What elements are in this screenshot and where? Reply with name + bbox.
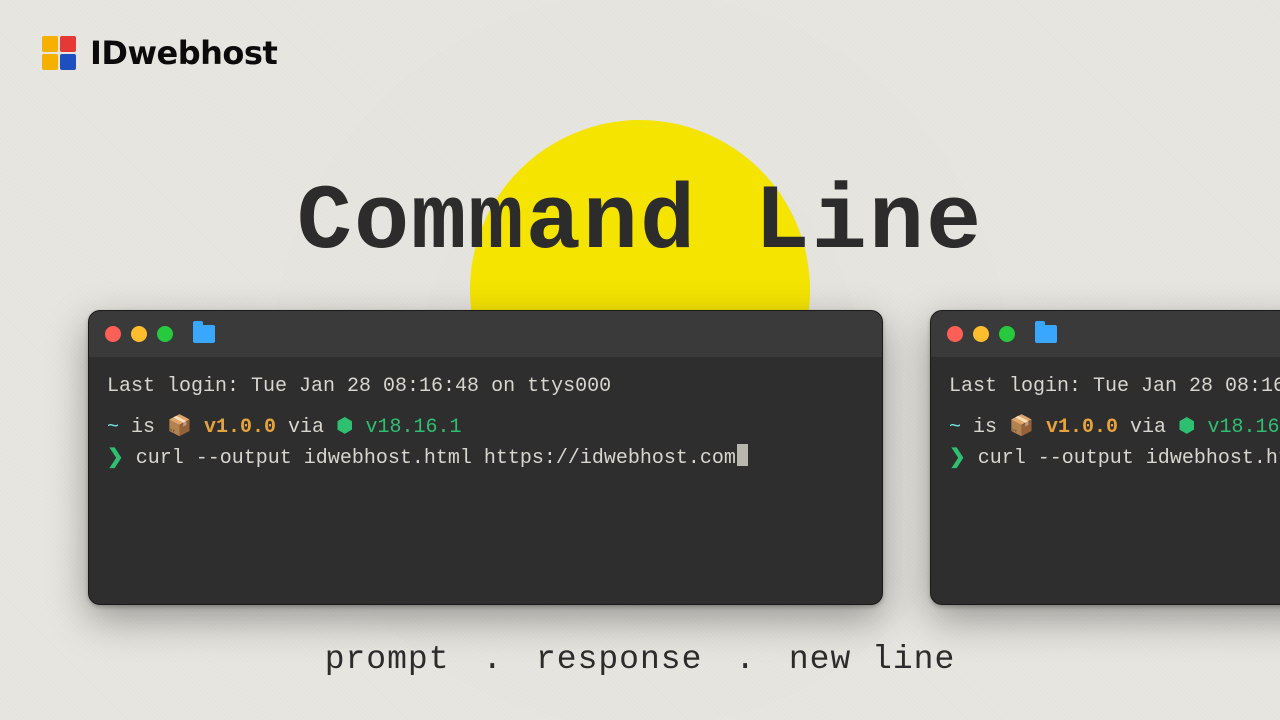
node-icon: ⬢ xyxy=(1178,416,1195,439)
ps1-via: via xyxy=(288,416,324,439)
package-version: v1.0.0 xyxy=(204,416,276,439)
terminal-body[interactable]: Last login: Tue Jan 28 08:16:48 on ttys0… xyxy=(89,357,882,488)
prompt-char: ❯ xyxy=(107,447,124,470)
terminal-body[interactable]: Last login: Tue Jan 28 08:16 ~ is 📦 v1.0… xyxy=(931,357,1280,488)
logo-text: IDwebhost xyxy=(90,34,277,72)
command-line: ❯ curl --output idwebhost.html https://i… xyxy=(107,443,864,474)
package-icon: 📦 xyxy=(167,416,192,439)
footer-prompt: prompt xyxy=(325,641,450,678)
ps1-line: ~ is 📦 v1.0.0 via ⬢ v18.16.1 xyxy=(949,412,1280,443)
terminal-titlebar xyxy=(931,311,1280,357)
command-line: ❯ curl --output idwebhost.ht xyxy=(949,443,1280,474)
ps1-tilde: ~ xyxy=(949,416,961,439)
footer-newline: new line xyxy=(789,641,955,678)
command-text: curl --output idwebhost.ht xyxy=(978,447,1280,470)
minimize-icon[interactable] xyxy=(131,326,147,342)
terminal-window-secondary: Last login: Tue Jan 28 08:16 ~ is 📦 v1.0… xyxy=(930,310,1280,605)
maximize-icon[interactable] xyxy=(999,326,1015,342)
folder-icon xyxy=(193,325,215,343)
package-version: v1.0.0 xyxy=(1046,416,1118,439)
folder-icon xyxy=(1035,325,1057,343)
ps1-tilde: ~ xyxy=(107,416,119,439)
maximize-icon[interactable] xyxy=(157,326,173,342)
footer-response: response xyxy=(536,641,702,678)
page-title: Command Line xyxy=(0,170,1280,275)
brand-logo: IDwebhost xyxy=(42,34,277,72)
command-text: curl --output idwebhost.html https://idw… xyxy=(136,447,736,470)
node-version: v18.16.1 xyxy=(1208,416,1280,439)
cursor-icon xyxy=(737,444,748,466)
ps1-is: is xyxy=(973,416,997,439)
ps1-line: ~ is 📦 v1.0.0 via ⬢ v18.16.1 xyxy=(107,412,864,443)
node-version: v18.16.1 xyxy=(366,416,462,439)
package-icon: 📦 xyxy=(1009,416,1034,439)
minimize-icon[interactable] xyxy=(973,326,989,342)
terminal-window-primary: Last login: Tue Jan 28 08:16:48 on ttys0… xyxy=(88,310,883,605)
terminal-titlebar xyxy=(89,311,882,357)
last-login-line: Last login: Tue Jan 28 08:16 xyxy=(949,371,1280,402)
footer-sep: . xyxy=(735,641,756,678)
ps1-is: is xyxy=(131,416,155,439)
node-icon: ⬢ xyxy=(336,416,353,439)
last-login-line: Last login: Tue Jan 28 08:16:48 on ttys0… xyxy=(107,371,864,402)
close-icon[interactable] xyxy=(105,326,121,342)
close-icon[interactable] xyxy=(947,326,963,342)
prompt-char: ❯ xyxy=(949,447,966,470)
footer-sep: . xyxy=(482,641,503,678)
footer-line: prompt . response . new line xyxy=(0,641,1280,678)
ps1-via: via xyxy=(1130,416,1166,439)
logo-mark-icon xyxy=(42,36,80,70)
